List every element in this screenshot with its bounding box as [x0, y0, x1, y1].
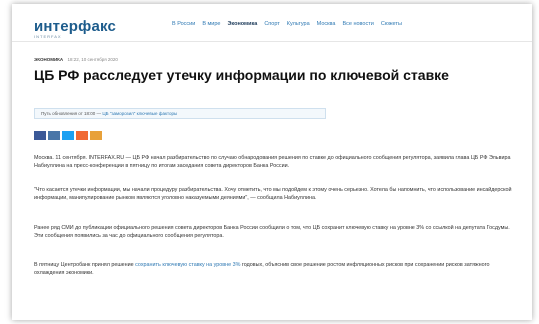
- p4-start: В пятницу Центробанк принял решение: [34, 262, 136, 268]
- article-paragraph-1: Москва. 11 сентября. INTERFAX.RU — ЦБ РФ…: [34, 155, 511, 169]
- rate-decision-link[interactable]: сохранить ключевую ставку на уровне 3%: [135, 262, 240, 268]
- share-buttons: [34, 131, 102, 140]
- nav-item-sport[interactable]: Спорт: [264, 21, 279, 27]
- article-paragraph-2: "Что касается утечки информации, мы нача…: [34, 187, 512, 201]
- section-label[interactable]: ЭКОНОМИКА: [34, 57, 63, 62]
- infobox-prefix: Путь обновления от 18:00 —: [41, 111, 102, 116]
- site-logo-sub: INTERFAX: [34, 34, 62, 39]
- nav-item-economy[interactable]: Экономика: [228, 21, 258, 27]
- article-paragraph-4: В пятницу Центробанк принял решение сохр…: [34, 262, 514, 277]
- ok-share-icon[interactable]: [76, 131, 88, 140]
- mail-share-icon[interactable]: [90, 131, 102, 140]
- site-logo[interactable]: интерфакс: [34, 18, 116, 35]
- nav-item-russia[interactable]: В России: [172, 21, 195, 27]
- nav-item-world[interactable]: В мире: [202, 21, 220, 27]
- nav-item-all-news[interactable]: Все новости: [342, 21, 373, 27]
- twitter-share-icon[interactable]: [62, 131, 74, 140]
- vk-share-icon[interactable]: [48, 131, 60, 140]
- nav-item-moscow[interactable]: Москва: [317, 21, 336, 27]
- breadcrumb: ЭКОНОМИКА 18:22, 10 сентября 2020: [34, 57, 118, 62]
- browser-frame: интерфакс INTERFAX В России В мире Эконо…: [12, 4, 532, 320]
- related-infobox: Путь обновления от 18:00 — ЦБ "заморозил…: [34, 108, 326, 119]
- site-header: интерфакс INTERFAX В России В мире Эконо…: [12, 4, 532, 42]
- article-title: ЦБ РФ расследует утечку информации по кл…: [34, 67, 449, 83]
- publish-date: 18:22, 10 сентября 2020: [67, 57, 118, 62]
- article-paragraph-3: Ранее ряд СМИ до публикации официального…: [34, 225, 510, 239]
- main-nav: В России В мире Экономика Спорт Культура…: [172, 21, 402, 27]
- infobox-link[interactable]: ЦБ "заморозил" ключевые факторы: [102, 111, 177, 116]
- nav-item-stories[interactable]: Сюжеты: [381, 21, 402, 27]
- nav-item-culture[interactable]: Культура: [287, 21, 310, 27]
- facebook-share-icon[interactable]: [34, 131, 46, 140]
